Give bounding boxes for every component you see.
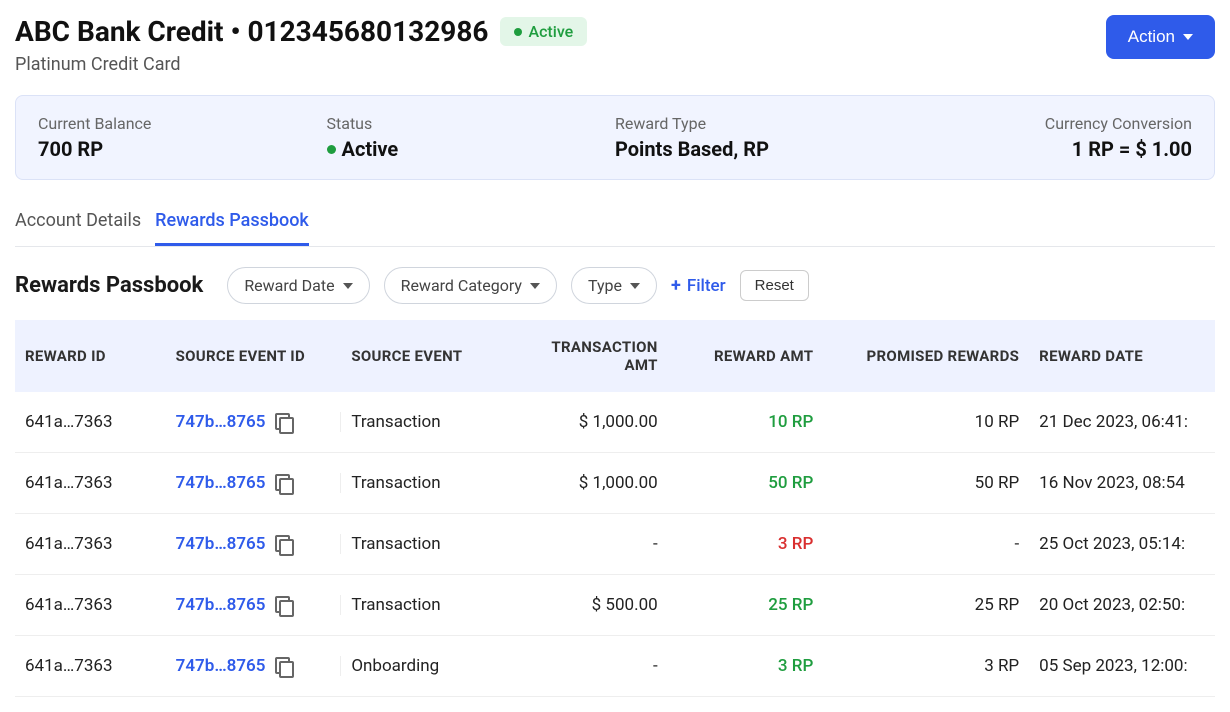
cell-source-event: Onboarding [341,636,507,697]
table-row: 641a…7363747b…8765Onboarding-3 RP3 RP05 … [15,636,1215,697]
cell-source-event: Transaction [341,575,507,636]
page-title: ABC Bank Credit • 012345680132986 [15,15,488,48]
col-reward-amt: REWARD AMT [668,320,824,392]
filter-reward-date-label: Reward Date [244,276,334,295]
copy-icon[interactable] [275,413,293,431]
copy-icon[interactable] [275,596,293,614]
add-filter-button[interactable]: + Filter [671,275,726,296]
filter-reward-date[interactable]: Reward Date [227,267,369,304]
page-subtitle: Platinum Credit Card [15,54,1106,75]
cell-reward-amt: 10 RP [668,392,824,453]
copy-icon[interactable] [275,657,293,675]
plus-icon: + [671,275,681,296]
cell-reward-id: 641a…7363 [15,392,166,453]
cell-transaction-amt: $ 500.00 [507,575,668,636]
chevron-down-icon [530,283,540,289]
table-row: 641a…7363747b…8765Transaction$ 1,000.005… [15,453,1215,514]
conversion-label: Currency Conversion [904,114,1193,133]
cell-source-event: Transaction [341,514,507,575]
cell-transaction-amt: - [507,636,668,697]
cell-promised-rewards: - [823,514,1029,575]
balance-value: 700 RP [38,137,103,161]
cell-reward-id: 641a…7363 [15,636,166,697]
conversion-value: 1 RP = $ 1.00 [1072,137,1192,161]
cell-transaction-amt: - [507,514,668,575]
add-filter-label: Filter [687,276,726,296]
table-row: 641a…7363747b…8765Transaction-3 RP-25 Oc… [15,514,1215,575]
cell-promised-rewards: 3 RP [823,636,1029,697]
cell-reward-id: 641a…7363 [15,514,166,575]
chevron-down-icon [630,283,640,289]
status-label: Status [327,114,616,133]
tab-rewards-passbook[interactable]: Rewards Passbook [155,202,309,246]
cell-reward-date: 16 Nov 2023, 08:54 [1029,453,1215,514]
cell-reward-date: 21 Dec 2023, 06:41: [1029,392,1215,453]
chevron-down-icon [343,283,353,289]
cell-promised-rewards: 50 RP [823,453,1029,514]
cell-promised-rewards: 10 RP [823,392,1029,453]
col-source-event: SOURCE EVENT [341,320,507,392]
col-reward-id: REWARD ID [15,320,166,392]
tab-account-details[interactable]: Account Details [15,202,141,246]
filter-reward-category[interactable]: Reward Category [384,267,557,304]
source-event-id-link[interactable]: 747b…8765 [176,412,266,432]
col-transaction-amt: TRANSACTION AMT [507,320,668,392]
filter-type-label: Type [588,276,622,295]
action-button[interactable]: Action [1106,15,1215,59]
caret-down-icon [1183,34,1193,40]
table-row: 641a…7363747b…8765Transaction$ 1,000.001… [15,392,1215,453]
cell-reward-date: 05 Sep 2023, 12:00: [1029,636,1215,697]
cell-reward-date: 25 Oct 2023, 05:14: [1029,514,1215,575]
cell-transaction-amt: $ 1,000.00 [507,453,668,514]
cell-reward-date: 20 Oct 2023, 02:50: [1029,575,1215,636]
balance-label: Current Balance [38,114,327,133]
table-row: 641a…7363747b…8765Transaction$ 500.0025 … [15,575,1215,636]
cell-source-event: Transaction [341,392,507,453]
cell-reward-amt: 25 RP [668,575,824,636]
rewardtype-label: Reward Type [615,114,904,133]
status-value: Active [342,137,399,161]
cell-transaction-amt: $ 1,000.00 [507,392,668,453]
cell-reward-id: 641a…7363 [15,453,166,514]
cell-source-event: Transaction [341,453,507,514]
cell-reward-id: 641a…7363 [15,575,166,636]
filter-reward-category-label: Reward Category [401,276,522,295]
copy-icon[interactable] [275,535,293,553]
rewardtype-value: Points Based, RP [615,137,769,161]
reset-button[interactable]: Reset [740,270,809,301]
col-promised-rewards: PROMISED REWARDS [823,320,1029,392]
source-event-id-link[interactable]: 747b…8765 [176,656,266,676]
source-event-id-link[interactable]: 747b…8765 [176,595,266,615]
filter-type[interactable]: Type [571,267,657,304]
source-event-id-link[interactable]: 747b…8765 [176,534,266,554]
cell-reward-amt: 3 RP [668,514,824,575]
cell-promised-rewards: 25 RP [823,575,1029,636]
section-title: Rewards Passbook [15,273,203,298]
rewards-table: REWARD ID SOURCE EVENT ID SOURCE EVENT T… [15,320,1215,697]
source-event-id-link[interactable]: 747b…8765 [176,473,266,493]
cell-reward-amt: 50 RP [668,453,824,514]
status-dot-icon [327,145,336,154]
summary-card: Current Balance 700 RP Status Active Rew… [15,95,1215,180]
col-source-event-id: SOURCE EVENT ID [166,320,342,392]
cell-reward-amt: 3 RP [668,636,824,697]
copy-icon[interactable] [275,474,293,492]
action-button-label: Action [1128,27,1175,47]
col-reward-date: REWARD DATE [1029,320,1215,392]
status-badge: Active [500,17,587,46]
